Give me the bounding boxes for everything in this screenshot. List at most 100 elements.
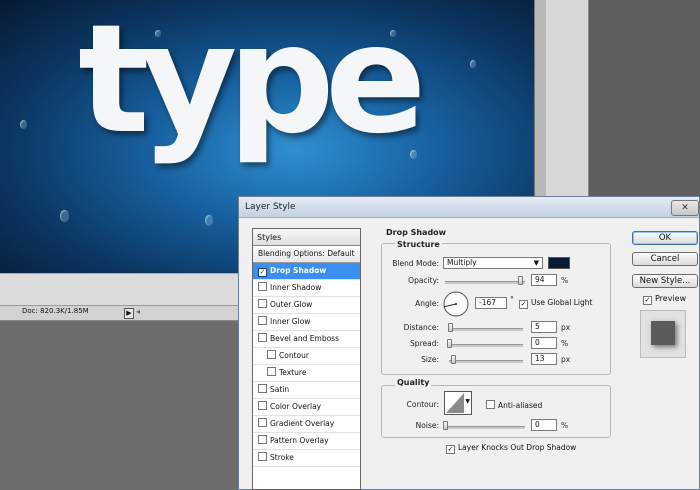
shadow-color-swatch[interactable] [548, 257, 570, 269]
style-checkbox-icon[interactable] [258, 299, 267, 308]
noise-label: Noise: [415, 421, 439, 430]
new-style-button[interactable]: New Style... [632, 274, 698, 288]
blend-mode-label: Blend Mode: [392, 259, 439, 268]
style-item[interactable]: ✓ Drop Shadow [253, 263, 360, 280]
style-item[interactable]: Satin [253, 382, 360, 399]
quality-title: Quality [395, 378, 432, 387]
opacity-label: Opacity: [408, 276, 439, 285]
style-preview-box [640, 310, 686, 358]
style-checkbox-icon[interactable] [258, 418, 267, 427]
knockout-check-icon: ✓ [446, 445, 455, 454]
layer-style-dialog: Layer Style ✕ Styles Blending Options: D… [238, 196, 700, 490]
size-slider-track[interactable] [449, 360, 523, 363]
style-item[interactable]: Contour [253, 348, 360, 365]
styles-list: Styles Blending Options: Default ✓ Drop Sh… [252, 228, 361, 490]
style-item[interactable]: Outer Glow [253, 297, 360, 314]
style-checkbox-icon[interactable] [258, 384, 267, 393]
opacity-slider-track[interactable] [445, 281, 525, 284]
workspace-background [589, 0, 700, 200]
chevron-down-icon: ▼ [533, 259, 539, 267]
style-item[interactable]: Bevel and Emboss [253, 331, 360, 348]
quality-group [381, 385, 611, 438]
style-checkbox-icon[interactable] [258, 401, 267, 410]
contour-preview-icon [446, 393, 464, 413]
water-drop [20, 120, 27, 129]
size-unit: px [561, 355, 571, 364]
anti-aliased-checkbox[interactable]: Anti-aliased [486, 400, 542, 410]
water-drop [470, 60, 476, 68]
style-item-label: Drop Shadow [270, 266, 327, 275]
distance-unit: px [561, 323, 571, 332]
spread-slider-track[interactable] [449, 344, 523, 347]
distance-slider-track[interactable] [449, 328, 523, 331]
spread-input[interactable]: 0 [531, 337, 557, 349]
spread-unit: % [561, 339, 569, 348]
structure-title: Structure [395, 240, 442, 249]
opacity-input[interactable]: 94 [531, 274, 557, 286]
style-checkbox-icon[interactable] [258, 452, 267, 461]
angle-input[interactable]: -167 [475, 297, 507, 309]
dialog-titlebar[interactable]: Layer Style ✕ [239, 197, 699, 218]
styles-header[interactable]: Styles [253, 229, 360, 246]
style-item-label: Inner Glow [270, 317, 311, 326]
spread-slider-thumb[interactable] [447, 339, 452, 348]
preview-check-icon: ✓ [643, 296, 652, 305]
global-light-checkbox[interactable]: ✓ Use Global Light [519, 298, 592, 309]
doc-size-info: Doc: 820.3K/1.85M [22, 307, 89, 315]
size-input[interactable]: 13 [531, 353, 557, 365]
style-item-label: Blending Options: Default [258, 249, 355, 258]
status-bar: Doc: 820.3K/1.85M ▶ ◂ [0, 305, 238, 321]
angle-dial[interactable] [442, 290, 470, 318]
preview-label: Preview [655, 294, 687, 303]
noise-input[interactable]: 0 [531, 419, 557, 431]
style-item-label: Bevel and Emboss [270, 334, 339, 343]
style-item[interactable]: Texture [253, 365, 360, 382]
style-item[interactable]: Stroke [253, 450, 360, 467]
style-preview-swatch [651, 321, 675, 345]
knockout-checkbox[interactable]: ✓ Layer Knocks Out Drop Shadow [446, 443, 576, 454]
angle-unit: ° [510, 295, 514, 304]
style-item[interactable]: Color Overlay [253, 399, 360, 416]
style-item[interactable]: Inner Glow [253, 314, 360, 331]
style-checkbox-icon[interactable] [258, 435, 267, 444]
cancel-button[interactable]: Cancel [632, 252, 698, 266]
knockout-label: Layer Knocks Out Drop Shadow [458, 443, 577, 452]
contour-picker[interactable]: ▼ [444, 391, 472, 415]
noise-slider-track[interactable] [445, 426, 525, 429]
blend-mode-select[interactable]: Multiply ▼ [443, 257, 543, 269]
style-checkbox-icon[interactable]: ✓ [258, 268, 267, 277]
size-label: Size: [421, 355, 439, 364]
section-title: Drop Shadow [386, 228, 447, 237]
close-button[interactable]: ✕ [671, 200, 699, 216]
status-menu-arrow-icon[interactable]: ▶ [124, 308, 134, 319]
distance-input[interactable]: 5 [531, 321, 557, 333]
size-slider-thumb[interactable] [450, 355, 456, 364]
noise-unit: % [561, 421, 569, 430]
anti-aliased-check-icon [486, 400, 495, 409]
ok-button[interactable]: OK [632, 231, 698, 245]
distance-slider-thumb[interactable] [448, 323, 454, 332]
noise-slider-thumb[interactable] [443, 421, 448, 430]
anti-aliased-label: Anti-aliased [498, 401, 543, 410]
style-checkbox-icon[interactable] [267, 367, 276, 376]
scroll-left-icon[interactable]: ◂ [136, 307, 140, 316]
style-item[interactable]: Inner Shadow [253, 280, 360, 297]
opacity-slider-thumb[interactable] [518, 276, 524, 285]
style-item-label: Gradient Overlay [270, 419, 335, 428]
style-item-label: Pattern Overlay [270, 436, 329, 445]
style-item-label: Satin [270, 385, 290, 394]
style-item-label: Stroke [270, 453, 294, 462]
style-checkbox-icon[interactable] [258, 316, 267, 325]
style-item-label: Outer Glow [270, 300, 313, 309]
blend-mode-value: Multiply [447, 258, 477, 267]
style-item-label: Contour [279, 351, 309, 360]
contour-label: Contour: [406, 400, 439, 409]
style-item[interactable]: Pattern Overlay [253, 433, 360, 450]
style-item[interactable]: Gradient Overlay [253, 416, 360, 433]
style-item[interactable]: Blending Options: Default [253, 246, 360, 263]
water-drop [60, 210, 69, 222]
preview-checkbox[interactable]: ✓ Preview [643, 294, 686, 305]
style-checkbox-icon[interactable] [267, 350, 276, 359]
style-checkbox-icon[interactable] [258, 282, 267, 291]
style-checkbox-icon[interactable] [258, 333, 267, 342]
